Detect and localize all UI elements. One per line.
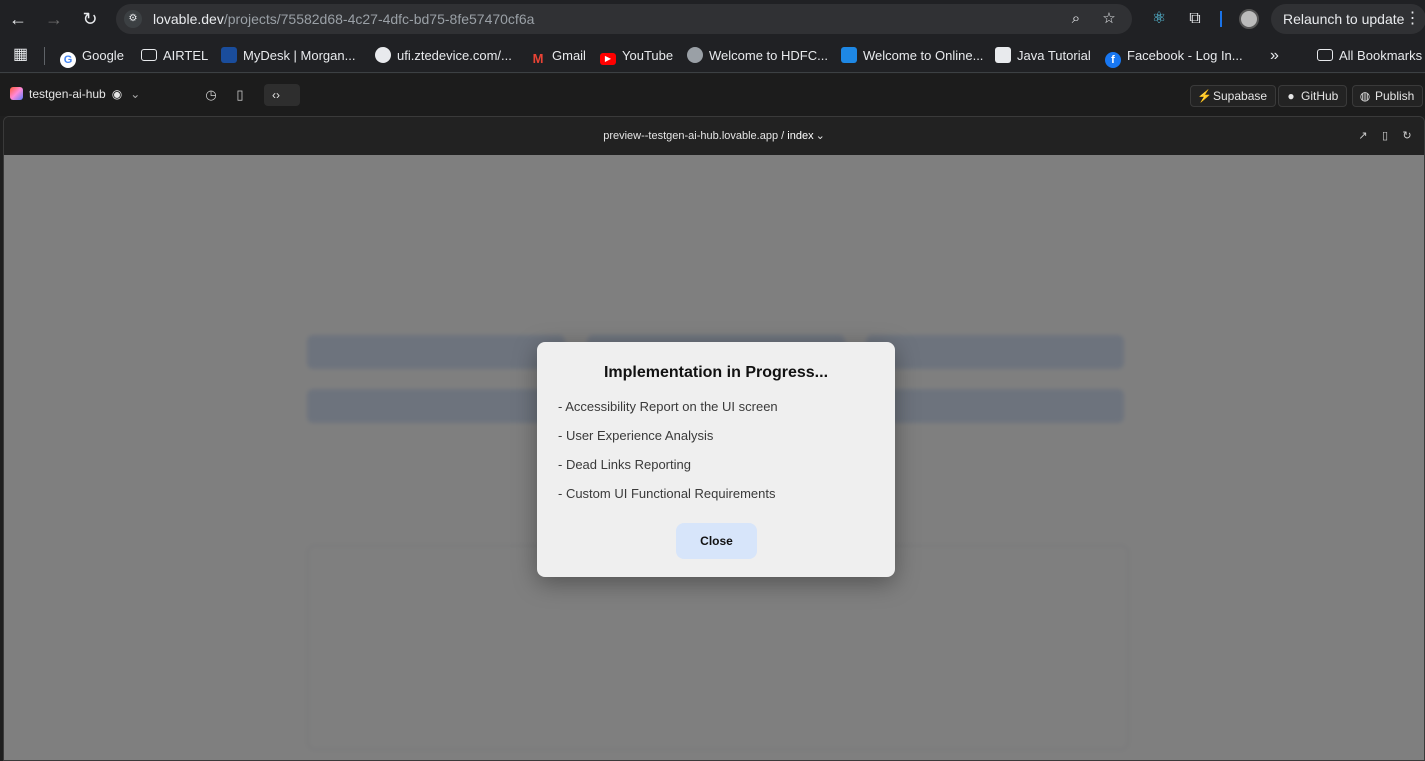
- refresh-preview-icon[interactable]: ↻: [1400, 129, 1414, 143]
- url-path: /projects/75582d68-4c27-4dfc-bd75-8fe574…: [223, 11, 535, 27]
- reload-icon[interactable]: ↻: [80, 9, 100, 29]
- code-icon: ‹›: [272, 88, 280, 102]
- bookmarks-overflow[interactable]: »: [1270, 47, 1279, 65]
- toolbar-divider: [1220, 11, 1222, 27]
- java-icon: [995, 47, 1011, 63]
- publish-button[interactable]: ◍ Publish: [1352, 85, 1424, 107]
- preview-separator: /: [781, 130, 785, 142]
- bookmark-label: Facebook - Log In...: [1127, 48, 1243, 63]
- history-icon[interactable]: ◷: [203, 87, 219, 103]
- all-bookmarks-label: All Bookmarks: [1339, 48, 1423, 63]
- bookmark-online[interactable]: Welcome to Online...: [841, 47, 983, 65]
- globe-icon: ◉: [111, 87, 123, 101]
- bookmark-label: AIRTEL: [163, 48, 209, 63]
- modal-list-item: - Custom UI Functional Requirements: [558, 486, 776, 501]
- bookmark-airtel[interactable]: AIRTEL: [141, 47, 208, 65]
- youtube-icon: ▶: [600, 53, 616, 65]
- morgan-icon: [221, 47, 237, 63]
- preview-toolbar: preview--testgen-ai-hub.lovable.app / in…: [4, 117, 1424, 155]
- preview-route-selector[interactable]: preview--testgen-ai-hub.lovable.app / in…: [4, 129, 1424, 142]
- github-button[interactable]: ● GitHub: [1278, 85, 1348, 107]
- facebook-icon: f: [1105, 52, 1121, 68]
- bookmark-gmail[interactable]: M Gmail: [530, 47, 586, 66]
- supabase-label: Supabase: [1213, 89, 1268, 103]
- address-bar[interactable]: ⚙ lovable.dev/projects/75582d68-4c27-4df…: [116, 4, 1132, 34]
- bookmark-label: YouTube: [622, 48, 674, 63]
- modal-list-item: - Dead Links Reporting: [558, 457, 691, 472]
- globe-icon: [841, 47, 857, 63]
- bookmark-hdfc[interactable]: Welcome to HDFC...: [687, 47, 828, 65]
- google-icon: G: [60, 52, 76, 68]
- bookmark-label: Gmail: [552, 48, 586, 63]
- zoom-icon[interactable]: ⌕: [1067, 10, 1085, 28]
- react-devtools-icon[interactable]: ⚛: [1149, 9, 1169, 29]
- all-bookmarks[interactable]: All Bookmarks: [1317, 47, 1422, 65]
- overflow-label: »: [1270, 47, 1279, 64]
- bookmarks-divider: [44, 47, 45, 65]
- sidebar-toggle-icon[interactable]: ▯: [232, 87, 248, 103]
- bookmark-google[interactable]: G Google: [60, 47, 124, 68]
- project-menu[interactable]: testgen-ai-hub ◉ ⌄: [10, 87, 140, 101]
- bookmark-youtube[interactable]: ▶ YouTube: [600, 47, 673, 65]
- profile-avatar[interactable]: [1239, 9, 1259, 29]
- relaunch-label: Relaunch to update: [1283, 11, 1405, 27]
- supabase-button[interactable]: ⚡Supabase: [1190, 85, 1277, 107]
- menu-dots-icon[interactable]: ⋮: [1404, 4, 1420, 34]
- back-icon[interactable]: ←: [8, 9, 28, 29]
- publish-label: Publish: [1375, 89, 1415, 103]
- implementation-modal: Implementation in Progress... - Accessib…: [537, 342, 895, 577]
- site-info-icon[interactable]: ⚙: [124, 10, 142, 28]
- bookmark-label: ufi.ztedevice.com/...: [397, 48, 512, 63]
- browser-toolbar: ← → ↻ ⚙ lovable.dev/projects/75582d68-4c…: [0, 0, 1425, 38]
- lovable-logo-icon: [10, 87, 23, 100]
- extensions-icon[interactable]: ⧉: [1185, 9, 1205, 29]
- project-name: testgen-ai-hub: [29, 87, 106, 101]
- bookmark-star-icon[interactable]: ☆: [1100, 10, 1118, 28]
- bookmark-mydesk[interactable]: MyDesk | Morgan...: [221, 47, 355, 65]
- gmail-icon: M: [532, 51, 544, 66]
- github-icon: ●: [1287, 89, 1295, 103]
- bookmark-label: Welcome to Online...: [863, 48, 984, 63]
- globe-icon: ◍: [1359, 89, 1371, 103]
- folder-icon: [1317, 49, 1333, 61]
- chevron-down-icon: ⌄: [815, 130, 825, 142]
- code-view-toggle[interactable]: ‹›: [264, 84, 300, 106]
- modal-list-item: - Accessibility Report on the UI screen: [558, 399, 778, 414]
- apps-grid-icon[interactable]: ▦: [13, 46, 28, 64]
- bookmark-label: Java Tutorial: [1017, 48, 1091, 63]
- modal-list-item: - User Experience Analysis: [558, 428, 714, 443]
- bookmark-java[interactable]: Java Tutorial: [995, 47, 1091, 65]
- open-external-icon[interactable]: ↗: [1356, 129, 1370, 143]
- supabase-icon: ⚡: [1197, 89, 1212, 103]
- url-host: lovable.dev: [153, 11, 224, 27]
- bookmark-label: MyDesk | Morgan...: [243, 48, 356, 63]
- preview-host: preview--testgen-ai-hub.lovable.app: [603, 130, 779, 142]
- close-button[interactable]: Close: [676, 523, 757, 559]
- github-label: GitHub: [1301, 89, 1339, 103]
- address-url[interactable]: lovable.dev/projects/75582d68-4c27-4dfc-…: [153, 11, 534, 27]
- modal-title: Implementation in Progress...: [603, 364, 829, 381]
- forward-icon[interactable]: →: [44, 9, 64, 29]
- preview-route: index: [787, 130, 814, 142]
- bookmarks-bar: ▦ G Google AIRTEL MyDesk | Morgan... ufi.…: [0, 38, 1425, 73]
- bookmark-label: Google: [82, 48, 124, 63]
- globe-icon: [375, 47, 391, 63]
- bookmark-facebook[interactable]: f Facebook - Log In...: [1105, 47, 1243, 68]
- mobile-view-icon[interactable]: ▯: [1378, 129, 1392, 143]
- relaunch-button[interactable]: Relaunch to update ⋮: [1271, 4, 1425, 34]
- chevron-down-icon: ⌄: [130, 87, 141, 101]
- app-header: testgen-ai-hub ◉ ⌄ ◷ ▯ ‹› ⚡Supabase ● GitHu…: [0, 74, 1425, 116]
- globe-icon: [687, 47, 703, 63]
- folder-icon: [141, 49, 157, 61]
- bookmark-label: Welcome to HDFC...: [709, 48, 828, 63]
- bookmark-ufi[interactable]: ufi.ztedevice.com/...: [375, 47, 512, 65]
